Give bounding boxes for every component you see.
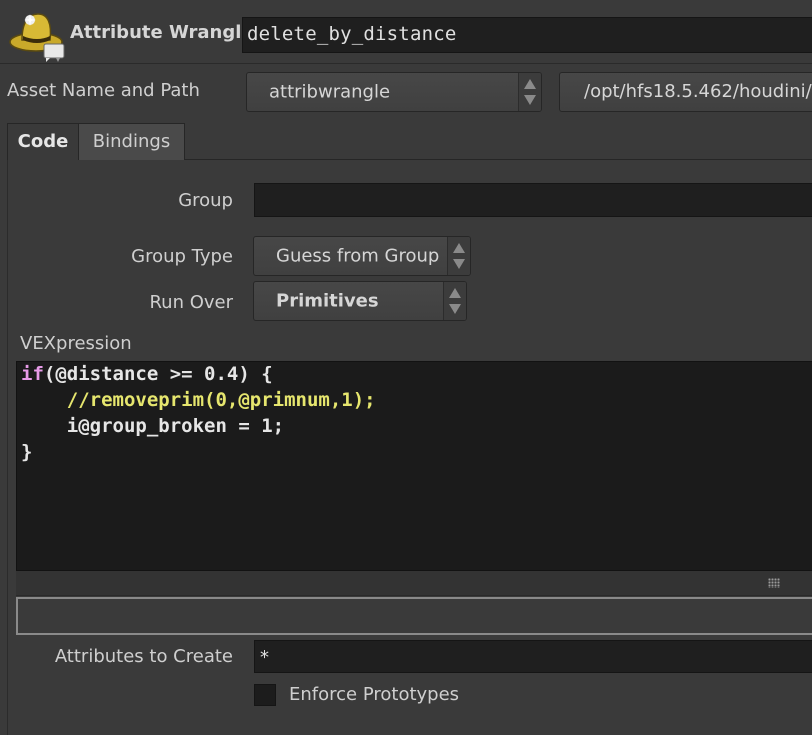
code-line: } bbox=[21, 441, 33, 463]
code-line: i@group_broken = 1; bbox=[21, 415, 285, 437]
asset-name-menu[interactable]: attribwrangle bbox=[246, 72, 542, 112]
asset-path-field[interactable]: /opt/hfs18.5.462/houdini/otls/OPlibSop.h… bbox=[559, 72, 812, 112]
attribute-wrangle-hat-icon[interactable] bbox=[8, 6, 68, 64]
asset-name-value: attribwrangle bbox=[269, 81, 391, 103]
group-type-value: Guess from Group bbox=[276, 245, 440, 267]
enforce-prototypes-label: Enforce Prototypes bbox=[289, 684, 460, 705]
resize-grip-icon[interactable] bbox=[768, 578, 780, 588]
tab-divider bbox=[185, 159, 812, 160]
panel-border bbox=[7, 160, 8, 735]
tab-code[interactable]: Code bbox=[7, 123, 79, 160]
run-over-value: Primitives bbox=[276, 290, 379, 312]
group-type-menu[interactable]: Guess from Group bbox=[253, 236, 471, 276]
attributes-to-create-label: Attributes to Create bbox=[54, 646, 233, 667]
tab-bar: Code Bindings bbox=[7, 123, 812, 160]
run-over-label: Run Over bbox=[149, 292, 233, 313]
attributes-to-create-field[interactable]: * bbox=[254, 640, 812, 673]
code-line: if(@distance >= 0.4) { bbox=[21, 363, 273, 385]
node-type-label: Attribute Wrangle bbox=[70, 22, 254, 43]
up-down-arrows-icon bbox=[443, 282, 466, 320]
code-text: (@distance >= 0.4) { bbox=[43, 363, 273, 385]
run-over-menu[interactable]: Primitives bbox=[253, 281, 467, 321]
group-type-label: Group Type bbox=[131, 246, 233, 267]
asset-name-path-label: Asset Name and Path bbox=[7, 80, 200, 101]
tab-bindings[interactable]: Bindings bbox=[79, 123, 185, 160]
code-comment-line: //removeprim(0,@primnum,1); bbox=[21, 389, 376, 411]
group-label: Group bbox=[178, 190, 233, 211]
node-name-field[interactable]: delete_by_distance bbox=[242, 17, 812, 53]
vexpression-label: VEXpression bbox=[20, 333, 132, 354]
code-editor-footer bbox=[16, 571, 812, 596]
header-divider bbox=[0, 63, 812, 64]
vex-code-editor[interactable]: if(@distance >= 0.4) { //removeprim(0,@p… bbox=[16, 361, 812, 571]
up-down-arrows-icon bbox=[518, 73, 541, 111]
code-keyword: if bbox=[21, 363, 44, 385]
expression-input[interactable] bbox=[16, 597, 812, 635]
up-down-arrows-icon bbox=[447, 237, 470, 275]
enforce-prototypes-checkbox[interactable] bbox=[254, 684, 276, 706]
group-field[interactable] bbox=[254, 183, 812, 217]
